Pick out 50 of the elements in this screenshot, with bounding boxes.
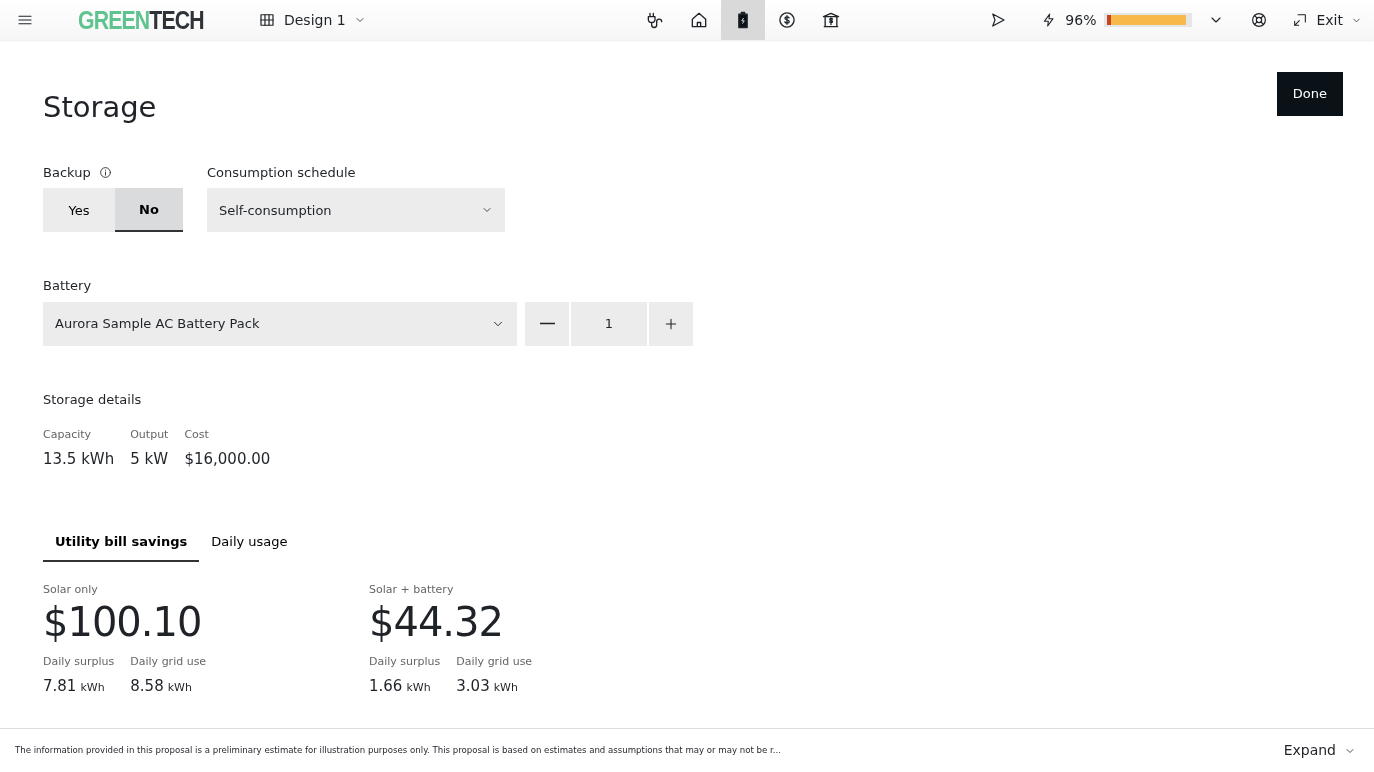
stat-unit: kWh	[80, 679, 105, 696]
stat-label: Daily surplus	[43, 654, 115, 671]
toggle-option[interactable]: Yes	[43, 188, 115, 233]
lifebuoy-icon	[1250, 11, 1269, 29]
field-label: Consumption schedule	[207, 163, 357, 182]
done-button[interactable]: Done	[1276, 72, 1343, 116]
stat-unit: kWh	[493, 679, 518, 696]
stat-label: Daily grid use	[456, 654, 533, 671]
dollar-coin-icon	[776, 10, 797, 30]
grid-icon	[257, 11, 276, 29]
detail-label: Capacity	[43, 427, 93, 444]
disclaimer-text: The information provided in this proposal is a preliminary estimate for illustration purposes only. This proposal is based on estimates and assumptions that may or may not be r...	[15, 744, 782, 757]
savings-amount: $100.10	[43, 598, 203, 647]
savings-amount: $44.32	[369, 598, 504, 647]
quantity-field[interactable]: 1	[571, 301, 647, 346]
stat-label: Daily surplus	[369, 654, 441, 671]
percent-text: 96%	[1065, 10, 1097, 30]
page-title: Storage	[43, 90, 157, 125]
schedule-dropdown[interactable]: Self-consumption	[207, 188, 505, 233]
exit-icon	[1292, 12, 1309, 28]
stat-unit: kWh	[167, 679, 192, 696]
logo: GREENTECH	[78, 7, 204, 33]
stat-unit: kWh	[406, 679, 431, 696]
design-dropdown[interactable]: Design 1	[257, 9, 366, 31]
toggle-option[interactable]: No	[115, 188, 183, 233]
detail-value: $16,000.00	[184, 448, 271, 470]
detail-value: 5 kW	[130, 448, 169, 470]
nav-tab[interactable]	[720, 0, 765, 40]
section-title: Storage details	[43, 390, 143, 409]
minus-icon	[539, 322, 555, 326]
detail-value: 13.5 kWh	[43, 448, 115, 470]
tab[interactable]: Daily usage	[199, 526, 300, 562]
help-button[interactable]	[1250, 11, 1269, 29]
stat-value: 7.81	[43, 675, 77, 697]
battery-dropdown[interactable]: Aurora Sample AC Battery Pack	[43, 301, 517, 346]
expand-button[interactable]: Expand	[1283, 740, 1356, 761]
field-label: Battery	[43, 277, 93, 296]
stat-label: Daily grid use	[130, 654, 207, 671]
info-icon	[98, 166, 112, 180]
detail-label: Output	[130, 427, 169, 444]
exit-button[interactable]: Exit	[1292, 9, 1362, 31]
stat-value: 1.66	[369, 675, 403, 697]
tab[interactable]: Utility bill savings	[43, 526, 200, 562]
savings-label: Solar only	[43, 581, 99, 598]
detail-label: Cost	[184, 427, 210, 444]
savings-label: Solar + battery	[369, 581, 455, 598]
stat-value: 8.58	[130, 675, 164, 697]
bank-icon	[820, 10, 841, 30]
field-label: Backup	[43, 163, 91, 182]
stat-value: 3.03	[456, 675, 490, 697]
